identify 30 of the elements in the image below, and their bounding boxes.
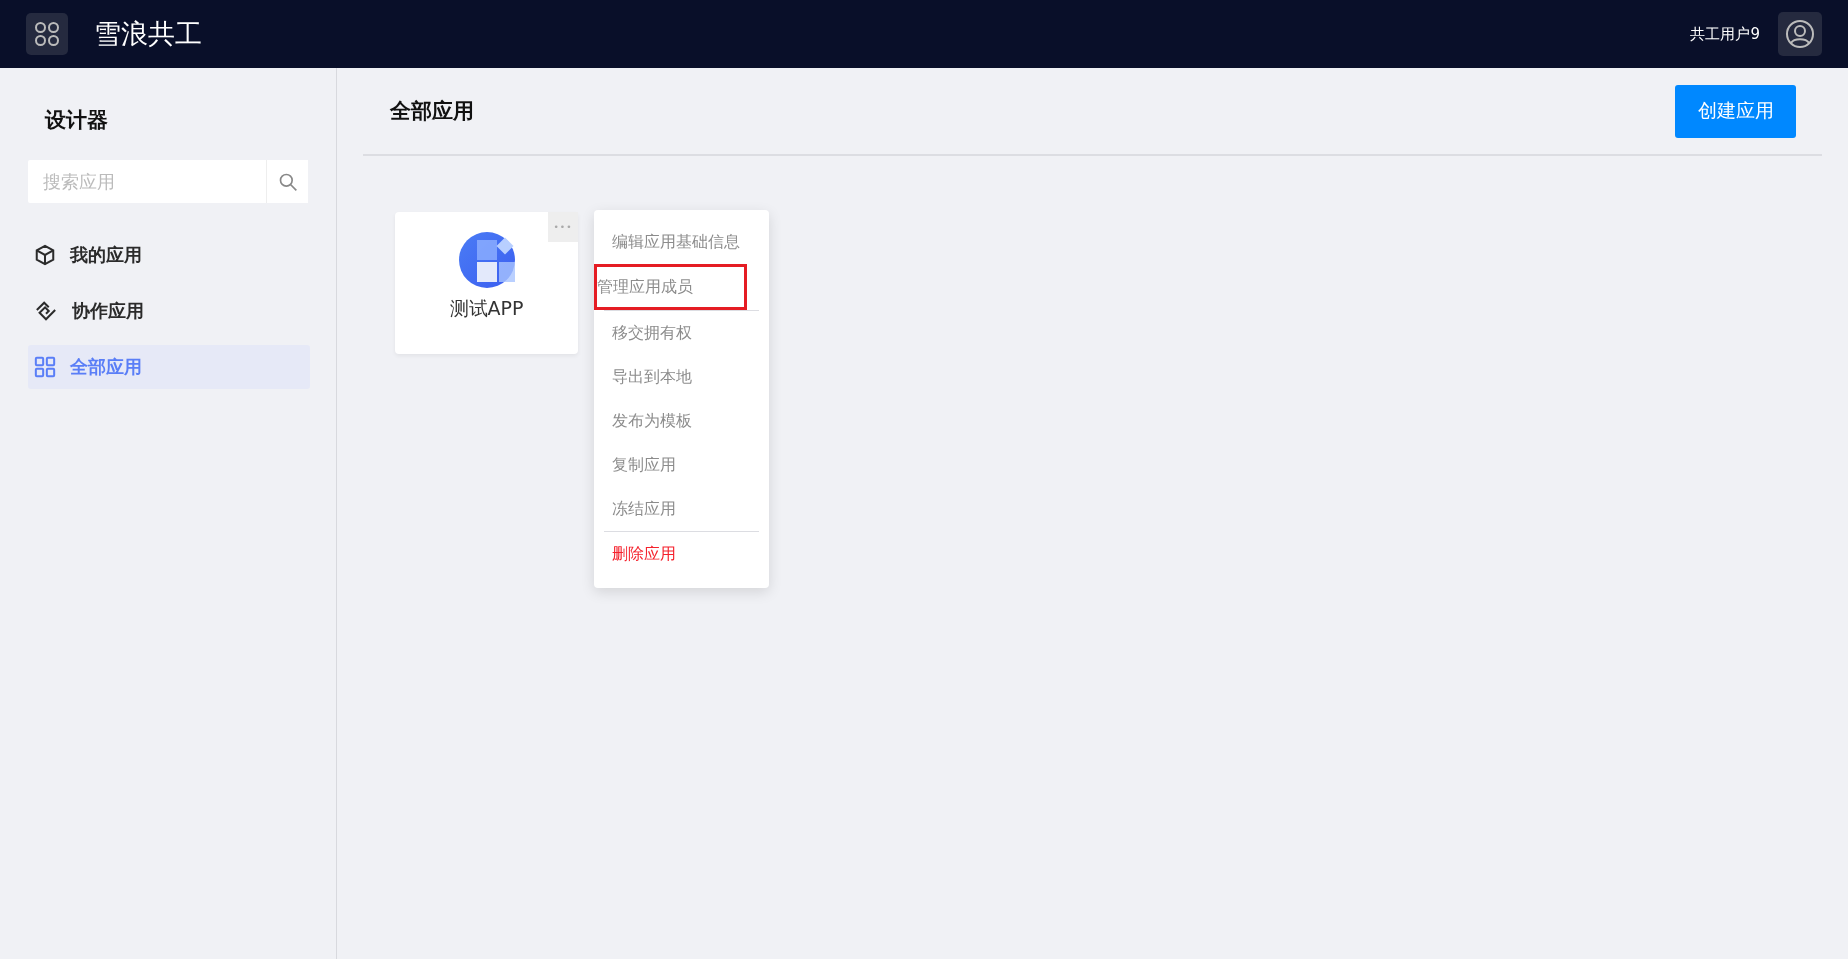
- app-title: 雪浪共工: [94, 17, 202, 51]
- sidebar-item-label: 协作应用: [72, 299, 144, 323]
- grid-icon: [34, 356, 56, 378]
- sidebar-item[interactable]: 全部应用: [28, 345, 310, 389]
- menu-item[interactable]: 管理应用成员: [594, 264, 747, 310]
- menu-item[interactable]: 导出到本地: [604, 355, 759, 399]
- menu-item[interactable]: 复制应用: [604, 443, 759, 487]
- sidebar-item[interactable]: 协作应用: [28, 289, 310, 333]
- app-logo-icon: [458, 232, 515, 288]
- search-icon: [277, 171, 298, 192]
- menu-item[interactable]: 发布为模板: [604, 399, 759, 443]
- logo-icon[interactable]: [26, 13, 68, 55]
- search-button[interactable]: [266, 160, 308, 203]
- menu-item[interactable]: 冻结应用: [604, 487, 759, 531]
- avatar-icon[interactable]: [1778, 12, 1822, 56]
- sidebar-item-label: 我的应用: [70, 243, 142, 267]
- cube-icon: [34, 244, 56, 266]
- sidebar-item[interactable]: 我的应用: [28, 233, 310, 277]
- menu-item[interactable]: 删除应用: [604, 532, 759, 576]
- sidebar-title: 设计器: [45, 107, 109, 134]
- search-field[interactable]: 搜索应用: [28, 160, 266, 203]
- create-app-button[interactable]: 创建应用: [1675, 84, 1796, 138]
- menu-item[interactable]: 编辑应用基础信息: [604, 220, 759, 264]
- more-button[interactable]: •••: [548, 212, 578, 242]
- page-title: 全部应用: [390, 98, 474, 125]
- app-name: 测试APP: [449, 296, 524, 321]
- menu-item[interactable]: 移交拥有权: [604, 311, 759, 355]
- app-card[interactable]: 测试APP •••: [395, 212, 578, 354]
- sidebar-item-label: 全部应用: [70, 355, 142, 379]
- user-name: 共工用户9: [1690, 24, 1760, 44]
